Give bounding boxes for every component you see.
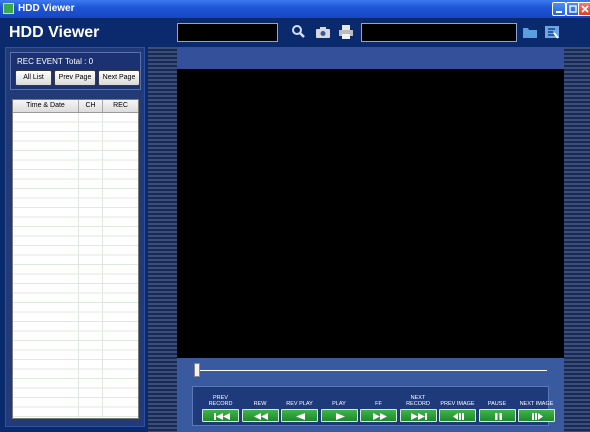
event-table[interactable]: Time & Date CH REC	[12, 99, 139, 419]
control-label: NEXT IMAGE	[519, 401, 554, 407]
fast-forward-button[interactable]	[360, 409, 397, 422]
app-header: HDD Viewer	[0, 18, 590, 47]
rewind-icon	[253, 413, 268, 420]
skip-forward-button[interactable]	[399, 409, 437, 422]
left-stripe-divider	[148, 47, 177, 432]
app-icon	[3, 3, 14, 14]
next-page-button[interactable]: Next Page	[98, 70, 140, 86]
total-count: Total : 0	[65, 57, 94, 66]
play-button[interactable]	[320, 409, 358, 422]
video-display[interactable]	[177, 69, 564, 358]
next-image-button[interactable]	[518, 409, 555, 422]
control-next-image: NEXT IMAGE	[518, 387, 555, 425]
reverse-play-icon	[296, 413, 305, 420]
time-display-field	[177, 23, 278, 42]
seek-bar[interactable]	[197, 370, 547, 371]
rec-event-panel: REC EVENT Total : 0 All List Prev Page N…	[5, 47, 145, 427]
playback-panel: PREV RECORD REW REV PLAY PLAY FF NEXT RECORD P…	[177, 358, 564, 432]
settings-icon[interactable]	[543, 24, 561, 40]
table-header: Time & Date CH REC	[13, 100, 138, 113]
prev-image-icon	[453, 413, 464, 420]
control-prev-image: PREV IMAGE	[439, 387, 476, 425]
skip-back-button[interactable]	[202, 409, 239, 422]
video-top-bar	[177, 47, 564, 69]
app-title: HDD Viewer	[9, 24, 100, 41]
column-header-time-date[interactable]: Time & Date	[13, 100, 79, 112]
control-skip-back: PREV RECORD	[202, 387, 239, 425]
rec-event-label: REC EVENT	[17, 57, 63, 66]
skip-forward-icon	[410, 413, 427, 420]
play-icon	[335, 413, 345, 420]
table-rows	[13, 113, 138, 418]
column-divider	[78, 113, 79, 418]
print-icon[interactable]	[337, 24, 355, 40]
column-header-rec[interactable]: REC	[103, 100, 138, 112]
right-stripe-divider	[564, 47, 590, 432]
skip-back-icon	[214, 413, 230, 420]
window-title: HDD Viewer	[18, 3, 75, 14]
rewind-button[interactable]	[241, 409, 279, 422]
prev-page-button[interactable]: Prev Page	[54, 70, 96, 86]
all-list-button[interactable]: All List	[15, 70, 52, 86]
control-fast-forward: FF	[360, 387, 397, 425]
column-header-ch[interactable]: CH	[79, 100, 103, 112]
reverse-play-button[interactable]	[281, 409, 318, 422]
file-path-field[interactable]	[361, 23, 517, 42]
camera-icon[interactable]	[314, 24, 332, 40]
search-icon[interactable]	[290, 24, 308, 40]
window-title-bar: HDD Viewer	[0, 0, 590, 18]
next-image-icon	[532, 413, 543, 420]
pause-icon	[494, 413, 502, 420]
close-button[interactable]	[578, 2, 590, 16]
close-icon	[581, 5, 589, 13]
minimize-icon	[556, 11, 562, 13]
playback-controls: PREV RECORD REW REV PLAY PLAY FF NEXT RECORD P…	[192, 386, 555, 426]
minimize-button[interactable]	[552, 2, 566, 16]
column-divider	[102, 113, 103, 418]
fast-forward-icon	[373, 413, 387, 420]
control-play: PLAY	[320, 387, 358, 425]
control-reverse-play: REV PLAY	[281, 387, 318, 425]
control-rewind: REW	[241, 387, 279, 425]
control-pause: PAUSE	[478, 387, 516, 425]
control-skip-forward: NEXT RECORD	[399, 387, 437, 425]
seek-thumb[interactable]	[194, 363, 200, 377]
folder-icon[interactable]	[521, 24, 539, 40]
pause-button[interactable]	[478, 409, 516, 422]
rec-event-controls: REC EVENT Total : 0 All List Prev Page N…	[10, 52, 141, 90]
prev-image-button[interactable]	[439, 409, 476, 422]
